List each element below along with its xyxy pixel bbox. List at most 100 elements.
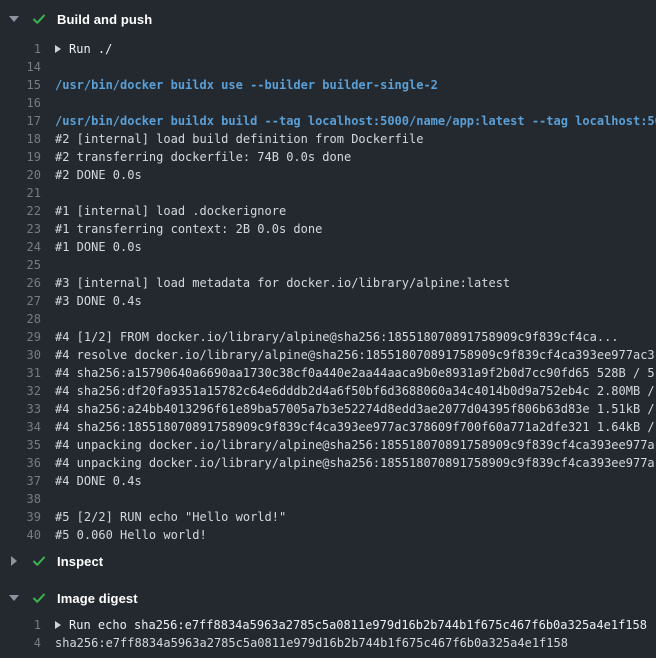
line-content: #2 DONE 0.0s [55, 166, 656, 184]
line-number[interactable]: 18 [0, 130, 41, 148]
line-content: #4 sha256:a24bb4013296f61e89ba57005a7b3e… [55, 400, 656, 418]
line-text: #2 transferring dockerfile: 74B 0.0s don… [55, 148, 351, 166]
line-text: #4 resolve docker.io/library/alpine@sha2… [55, 346, 655, 364]
log-line: 36 #4 unpacking docker.io/library/alpine@… [0, 454, 656, 472]
line-content: #1 DONE 0.0s [55, 238, 656, 256]
log-line: 31 #4 sha256:a15790640a6690aa1730c38cf0a4… [0, 364, 656, 382]
log-line: 18#2 [internal] load build definition fr… [0, 130, 656, 148]
line-number[interactable]: 32 [0, 382, 41, 400]
line-number[interactable]: 35 [0, 436, 41, 454]
line-number[interactable]: 31 [0, 364, 41, 382]
line-text: #1 DONE 0.0s [55, 238, 142, 256]
check-success-icon [31, 11, 47, 27]
line-number[interactable]: 4 [0, 634, 41, 652]
log-line: 14Using builder instance builder-single-… [0, 58, 13, 71]
log-line: 39 #5 [2/2] RUN echo "Hello world!" [0, 508, 656, 526]
line-number[interactable]: 25 [0, 256, 41, 274]
line-content: /usr/bin/docker buildx build --tag local… [55, 112, 656, 130]
line-text: #5 [2/2] RUN echo "Hello world!" [55, 508, 286, 526]
log-line: 33 #4 sha256:a24bb4013296f61e89ba57005a7b… [0, 400, 656, 418]
log-line: 24 #1 DONE 0.0s [0, 238, 656, 256]
line-number[interactable]: 33 [0, 400, 41, 418]
chevron-down-icon [9, 595, 19, 601]
log-line: 1 Run echo sha256:e7ff8834a5963a2785c5a08… [0, 616, 656, 634]
line-text: #4 sha256:a15790640a6690aa1730c38cf0a440… [55, 364, 655, 382]
log-line: 40 #5 0.060 Hello world! [0, 526, 656, 544]
section-title: Image digest [57, 591, 138, 606]
line-number[interactable]: 20 [0, 166, 41, 184]
line-number[interactable]: 24 [0, 238, 41, 256]
line-number[interactable]: 23 [0, 220, 41, 238]
section-header-build[interactable]: Build and push [0, 8, 656, 30]
line-content: sha256:e7ff8834a5963a2785c5a0811e979d16b… [55, 634, 656, 652]
log-line: 25 [0, 256, 656, 274]
line-number[interactable]: 15 [0, 76, 41, 94]
line-content: #4 sha256:185518070891758909c9f839cf4ca3… [55, 418, 656, 436]
section-title: Build and push [57, 12, 152, 27]
log-line: 20 #2 DONE 0.0s [0, 166, 656, 184]
section-header-inspect[interactable]: Inspect [0, 550, 656, 572]
line-number[interactable]: 38 [0, 490, 41, 508]
line-number[interactable]: 34 [0, 418, 41, 436]
section-header-digest[interactable]: Image digest [0, 587, 656, 609]
log-line: 17/usr/bin/docker buildx build --tag loc… [0, 112, 656, 130]
line-number[interactable]: 39 [0, 508, 41, 526]
line-number[interactable]: 1 [0, 616, 41, 634]
log-line: 37#4 DONE 0.4s [0, 472, 656, 490]
log-line: 27 #3 DONE 0.4s [0, 292, 656, 310]
section-inspect: Inspect [0, 550, 656, 572]
line-number[interactable]: 22 [0, 202, 41, 220]
line-content [55, 184, 656, 202]
line-number[interactable]: 40 [0, 526, 41, 544]
line-number[interactable]: 30 [0, 346, 41, 364]
line-text: #4 unpacking docker.io/library/alpine@sh… [55, 454, 655, 472]
line-number[interactable]: 17 [0, 112, 41, 130]
line-content: #4 sha256:a15790640a6690aa1730c38cf0a440… [55, 364, 656, 382]
actions-log-viewer: Build and push 1 Run ./ 14Using builder ins… [0, 0, 656, 658]
chevron-right-icon [9, 556, 19, 566]
line-content: #2 transferring dockerfile: 74B 0.0s don… [55, 148, 656, 166]
check-success-icon [31, 590, 47, 606]
line-content: #4 resolve docker.io/library/alpine@sha2… [55, 346, 656, 364]
line-number[interactable]: 37 [0, 472, 41, 490]
line-content [55, 256, 656, 274]
line-text: #3 [internal] load metadata for docker.i… [55, 274, 510, 292]
line-number[interactable]: 29 [0, 328, 41, 346]
line-number[interactable]: 28 [0, 310, 41, 328]
log-line: 22 #1 [internal] load .dockerignore [0, 202, 656, 220]
line-number[interactable]: 16 [0, 94, 41, 107]
line-number[interactable]: 14 [0, 58, 41, 71]
section-digest: Image digest 1 Run echo sha256:e7ff8834a59… [0, 587, 656, 652]
expand-group-icon [55, 45, 61, 53]
line-content: #5 [2/2] RUN echo "Hello world!" [55, 508, 656, 526]
line-content[interactable]: Run echo sha256:e7ff8834a5963a2785c5a081… [55, 616, 656, 634]
log-line: 4 sha256:e7ff8834a5963a2785c5a0811e979d16… [0, 634, 656, 652]
line-number[interactable]: 26 [0, 274, 41, 292]
line-number[interactable]: 21 [0, 184, 41, 202]
line-number[interactable]: 36 [0, 454, 41, 472]
line-content: #5 0.060 Hello world! [55, 526, 656, 544]
log-line: 26 #3 [internal] load metadata for docker… [0, 274, 656, 292]
log-line: 15/usr/bin/docker buildx use --builder b… [0, 76, 656, 94]
log-line: 35 #4 unpacking docker.io/library/alpine@… [0, 436, 656, 454]
log-line: 30 #4 resolve docker.io/library/alpine@sh… [0, 346, 656, 364]
log-line: 32#4 sha256:df20fa9351a15782c64e6dddb2d4… [0, 382, 656, 400]
line-text: #1 [internal] load .dockerignore [55, 202, 286, 220]
line-content: #1 [internal] load .dockerignore [55, 202, 656, 220]
line-content: #1 transferring context: 2B 0.0s done [55, 220, 656, 238]
line-content[interactable]: Run ./ [55, 40, 656, 58]
line-text: #4 [1/2] FROM docker.io/library/alpine@s… [55, 328, 619, 346]
line-content: /usr/bin/docker buildx use --builder bui… [55, 76, 656, 94]
line-number[interactable]: 1 [0, 40, 41, 58]
line-number[interactable]: 27 [0, 292, 41, 310]
line-number[interactable]: 19 [0, 148, 41, 166]
log-line: 1 Run ./ [0, 40, 656, 58]
line-content: #4 unpacking docker.io/library/alpine@sh… [55, 454, 656, 472]
log-line: 21 [0, 184, 656, 202]
line-content: #4 unpacking docker.io/library/alpine@sh… [55, 436, 656, 454]
log-line: 28 [0, 310, 656, 328]
line-text: #4 sha256:a24bb4013296f61e89ba57005a7b3e… [55, 400, 655, 418]
line-content: #3 DONE 0.4s [55, 292, 656, 310]
line-content [55, 490, 656, 508]
log-line: 19 #2 transferring dockerfile: 74B 0.0s d… [0, 148, 656, 166]
